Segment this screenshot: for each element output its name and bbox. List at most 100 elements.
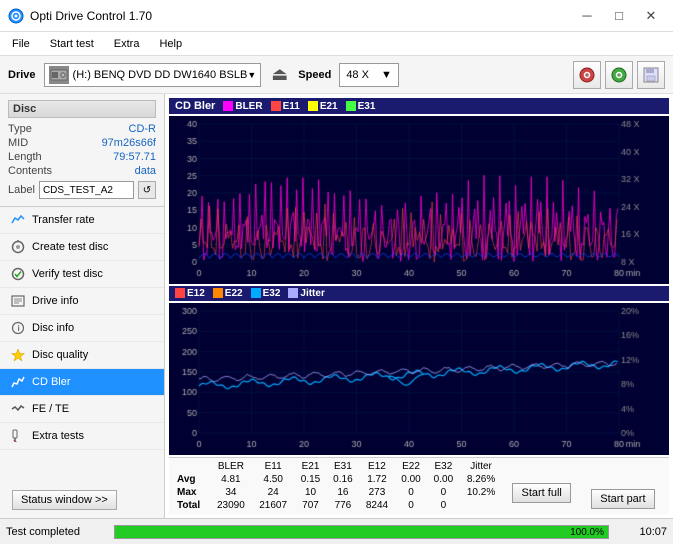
bler-label: BLER <box>235 101 262 112</box>
e31-color <box>346 101 356 111</box>
disc-mid-label: MID <box>8 137 28 149</box>
stats-total-e12: 8244 <box>359 499 395 512</box>
stats-max-e32: 0 <box>427 486 459 499</box>
e21-color <box>308 101 318 111</box>
legend-jitter: Jitter <box>288 288 324 299</box>
stats-header-row: BLER E11 E21 E31 E12 E22 E32 Jitter <box>173 460 665 473</box>
stats-max-e11: 24 <box>252 486 294 499</box>
stats-max-e21: 10 <box>294 486 326 499</box>
stats-header-e21: E21 <box>294 460 326 473</box>
chart-container: CD Bler BLER E11 E21 E31 <box>165 94 673 518</box>
nav-verify-test-disc-label: Verify test disc <box>32 268 103 280</box>
speed-selector[interactable]: 48 X ▼ <box>339 63 399 87</box>
top-chart-title-bar: CD Bler BLER E11 E21 E31 <box>169 98 669 114</box>
start-full-btn[interactable]: Start full <box>512 483 570 503</box>
stats-area: BLER E11 E21 E31 E12 E22 E32 Jitter <box>169 457 669 514</box>
stats-total-label: Total <box>173 499 210 512</box>
e22-color <box>213 288 223 298</box>
stats-max-e31: 16 <box>327 486 359 499</box>
nav-transfer-rate[interactable]: Transfer rate <box>0 207 164 234</box>
minimize-button[interactable]: ─ <box>573 5 601 27</box>
stats-avg-e11: 4.50 <box>252 473 294 486</box>
green-disc-btn[interactable] <box>605 61 633 89</box>
stats-header-e11: E11 <box>252 460 294 473</box>
disc-btn[interactable] <box>573 61 601 89</box>
e32-label: E32 <box>263 288 281 299</box>
maximize-button[interactable]: □ <box>605 5 633 27</box>
stats-avg-row: Avg 4.81 4.50 0.15 0.16 1.72 0.00 0.00 8… <box>173 473 665 486</box>
disc-type-row: Type CD-R <box>8 122 156 136</box>
app-icon <box>8 8 24 24</box>
extra-tests-icon <box>10 428 26 444</box>
nav-create-test-disc[interactable]: Create test disc <box>0 234 164 261</box>
nav-disc-info[interactable]: i Disc info <box>0 315 164 342</box>
eject-icon[interactable]: ⏏ <box>271 64 288 85</box>
fe-te-icon <box>10 401 26 417</box>
e12-label: E12 <box>187 288 205 299</box>
disc-type-value: CD-R <box>129 123 157 135</box>
disc-info-icon: i <box>10 320 26 336</box>
drive-icon <box>49 66 69 84</box>
speed-dropdown-arrow: ▼ <box>381 69 392 81</box>
stats-total-e22: 0 <box>395 499 427 512</box>
e11-color <box>271 101 281 111</box>
status-bar: Test completed 100.0% 10:07 <box>0 518 673 544</box>
disc-contents-row: Contents data <box>8 164 156 178</box>
menu-bar: File Start test Extra Help <box>0 32 673 56</box>
save-btn[interactable] <box>637 61 665 89</box>
drive-selector[interactable]: (H:) BENQ DVD DD DW1640 BSLB ▼ <box>44 63 262 87</box>
create-test-disc-icon <box>10 239 26 255</box>
e21-label: E21 <box>320 101 338 112</box>
progress-bar-fill <box>115 526 608 538</box>
nav-fe-te[interactable]: FE / TE <box>0 396 164 423</box>
legend-e22: E22 <box>213 288 243 299</box>
e11-label: E11 <box>283 101 300 112</box>
stats-total-e11: 21607 <box>252 499 294 512</box>
stats-avg-e31: 0.16 <box>327 473 359 486</box>
nav-extra-tests-label: Extra tests <box>32 430 84 442</box>
nav-verify-test-disc[interactable]: Verify test disc <box>0 261 164 288</box>
stats-total-e21: 707 <box>294 499 326 512</box>
label-refresh-btn[interactable]: ↺ <box>138 181 156 199</box>
disc-length-value: 79:57.71 <box>113 151 156 163</box>
start-part-btn[interactable]: Start part <box>591 489 654 509</box>
menu-help[interactable]: Help <box>151 36 190 52</box>
progress-text: 100.0% <box>570 526 604 540</box>
nav-fe-te-label: FE / TE <box>32 403 69 415</box>
stats-header-e32: E32 <box>427 460 459 473</box>
nav-extra-tests[interactable]: Extra tests <box>0 423 164 450</box>
close-button[interactable]: ✕ <box>637 5 665 27</box>
nav-disc-info-label: Disc info <box>32 322 74 334</box>
drive-value: (H:) BENQ DVD DD DW1640 BSLB <box>73 69 248 81</box>
window-controls: ─ □ ✕ <box>573 5 665 27</box>
stats-avg-bler: 4.81 <box>210 473 252 486</box>
legend-bler: BLER <box>223 101 262 112</box>
stats-header-empty <box>173 460 210 473</box>
cd-bler-icon <box>10 374 26 390</box>
stats-avg-e12: 1.72 <box>359 473 395 486</box>
top-chart-canvas <box>169 116 669 284</box>
progress-bar: 100.0% <box>114 525 609 539</box>
stats-max-row: Max 34 24 10 16 273 0 0 10.2% Start part <box>173 486 665 499</box>
legend-e32: E32 <box>251 288 281 299</box>
menu-file[interactable]: File <box>4 36 38 52</box>
nav-transfer-rate-label: Transfer rate <box>32 214 95 226</box>
nav-drive-info[interactable]: Drive info <box>0 288 164 315</box>
bler-color <box>223 101 233 111</box>
stats-avg-e22: 0.00 <box>395 473 427 486</box>
drive-bar: Drive (H:) BENQ DVD DD DW1640 BSLB ▼ ⏏ S… <box>0 56 673 94</box>
stats-max-e12: 273 <box>359 486 395 499</box>
e22-label: E22 <box>225 288 243 299</box>
nav-disc-quality[interactable]: Disc quality <box>0 342 164 369</box>
status-window-btn[interactable]: Status window >> <box>12 490 117 510</box>
nav-cd-bler[interactable]: CD Bler <box>0 369 164 396</box>
legend-e31: E31 <box>346 101 376 112</box>
disc-label-input[interactable] <box>39 181 134 199</box>
disc-mid-row: MID 97m26s66f <box>8 136 156 150</box>
disc-section: Disc Type CD-R MID 97m26s66f Length 79:5… <box>0 94 164 207</box>
menu-extra[interactable]: Extra <box>106 36 148 52</box>
start-full-cell: Start full <box>503 473 581 512</box>
sidebar: Disc Type CD-R MID 97m26s66f Length 79:5… <box>0 94 165 518</box>
menu-start-test[interactable]: Start test <box>42 36 102 52</box>
disc-mid-value: 97m26s66f <box>102 137 156 149</box>
